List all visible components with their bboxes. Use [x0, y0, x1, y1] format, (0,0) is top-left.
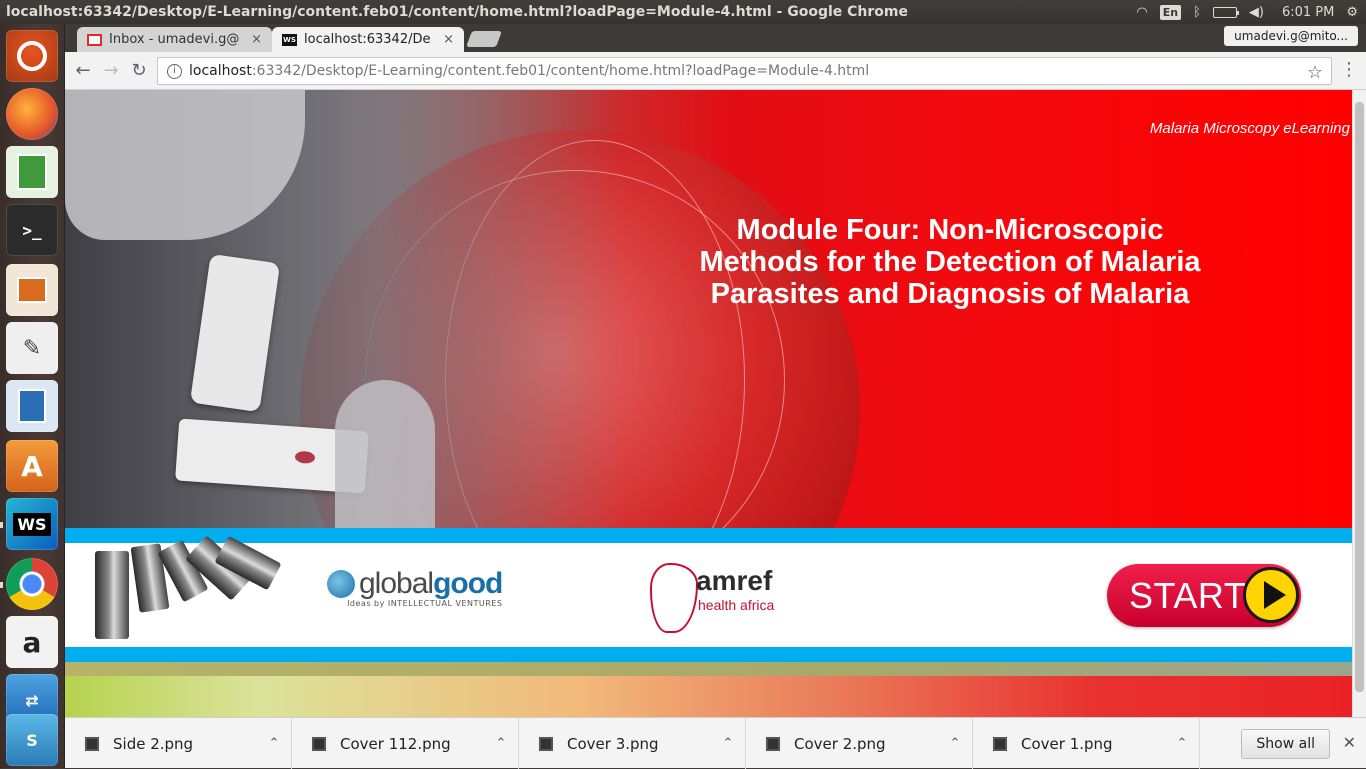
download-shelf: Side 2.png ⌃ Cover 112.png ⌃ Cover 3.png… [65, 717, 1366, 769]
image-file-icon [766, 736, 780, 751]
course-brand: Malaria Microscopy eLearning [1149, 120, 1350, 137]
start-button[interactable]: START [1107, 564, 1301, 627]
skype-icon[interactable]: S [6, 714, 58, 766]
tab-localhost[interactable]: WS localhost:63342/De × [272, 27, 464, 52]
browser-toolbar: ← → ↻ i localhost:63342/Desktop/E-Learni… [65, 52, 1366, 90]
close-icon[interactable]: × [251, 32, 262, 47]
terminal-icon[interactable]: >_ [6, 204, 58, 256]
image-file-icon [312, 736, 326, 751]
gradient-footer-band [65, 676, 1352, 717]
chevron-up-icon[interactable]: ⌃ [711, 736, 745, 751]
menu-dots-icon[interactable]: ⋮ [1340, 60, 1358, 80]
volume-icon[interactable]: ◀) [1249, 5, 1264, 20]
chevron-up-icon[interactable]: ⌃ [1165, 736, 1199, 751]
tab-label: localhost:63342/De [304, 32, 431, 47]
text-editor-icon[interactable]: ✎ [6, 322, 58, 374]
download-item[interactable]: Cover 112.png ⌃ [292, 718, 519, 769]
close-icon[interactable]: ✕ [1343, 733, 1356, 752]
firefox-icon[interactable] [6, 88, 58, 140]
top-panel: localhost:63342/Desktop/E-Learning/conte… [0, 0, 1366, 24]
libreoffice-calc-icon[interactable] [6, 146, 58, 198]
download-item[interactable]: Cover 2.png ⌃ [746, 718, 973, 769]
download-item[interactable]: Side 2.png ⌃ [65, 718, 292, 769]
software-center-icon[interactable]: A [6, 440, 58, 492]
tab-gmail[interactable]: Inbox - umadevi.g@ × [77, 27, 272, 52]
amazon-icon[interactable]: a [6, 616, 58, 668]
close-icon[interactable]: × [443, 32, 454, 47]
blue-band [65, 528, 1352, 543]
chrome-icon[interactable] [6, 558, 58, 610]
battery-icon[interactable] [1212, 6, 1239, 18]
window-title: localhost:63342/Desktop/E-Learning/conte… [6, 4, 908, 20]
url-host: localhost [189, 63, 252, 79]
chevron-up-icon[interactable]: ⌃ [938, 736, 972, 751]
libreoffice-impress-icon[interactable] [6, 264, 58, 316]
image-file-icon [993, 736, 1007, 751]
forward-arrow-icon[interactable]: → [100, 60, 122, 82]
microscope-image [83, 535, 282, 647]
libreoffice-writer-icon[interactable] [6, 380, 58, 432]
wifi-icon[interactable]: ◠ [1136, 5, 1147, 20]
module-title: Module Four: Non-Microscopic Methods for… [699, 214, 1201, 310]
keyboard-layout-indicator[interactable]: En [1159, 4, 1182, 20]
indicator-area: ◠ En ᛒ ◀) 6:01 PM ⚙ [1136, 0, 1366, 24]
gmail-icon [87, 33, 102, 46]
partner-logos-bar: globalgood Ideas by INTELLECTUAL VENTURE… [65, 535, 1352, 647]
url-path: :63342/Desktop/E-Learning/content.feb01/… [251, 63, 870, 79]
tab-label: Inbox - umadevi.g@ [109, 32, 240, 47]
webstorm-favicon: WS [282, 33, 297, 46]
tab-strip: Inbox - umadevi.g@ × WS localhost:63342/… [65, 24, 1366, 52]
amref-logo: amref health africa [650, 563, 820, 633]
reload-icon[interactable]: ↻ [128, 60, 150, 82]
show-all-button[interactable]: Show all [1241, 729, 1330, 759]
africa-outline-icon [650, 563, 698, 633]
download-item[interactable]: Cover 3.png ⌃ [519, 718, 746, 769]
scrollbar-thumb[interactable] [1355, 102, 1364, 692]
info-icon[interactable]: i [167, 63, 182, 79]
globe-icon [327, 570, 355, 598]
bluetooth-icon[interactable]: ᛒ [1193, 5, 1201, 20]
image-file-icon [539, 736, 553, 751]
globalgood-logo: globalgood Ideas by INTELLECTUAL VENTURE… [327, 567, 503, 617]
hero-banner: Malaria Microscopy eLearning Module Four… [65, 90, 1352, 528]
image-file-icon [85, 736, 99, 751]
running-indicator [0, 522, 3, 528]
gear-icon[interactable]: ⚙ [1346, 5, 1358, 20]
bookmark-star-icon[interactable]: ☆ [1307, 62, 1323, 83]
clock[interactable]: 6:01 PM [1282, 5, 1334, 20]
chevron-up-icon[interactable]: ⌃ [484, 736, 518, 751]
play-icon [1243, 567, 1299, 623]
glove-graphic [335, 380, 435, 528]
olive-band [65, 662, 1352, 676]
blue-band [65, 647, 1352, 662]
page-viewport: Malaria Microscopy eLearning Module Four… [65, 90, 1352, 717]
chevron-up-icon[interactable]: ⌃ [257, 736, 291, 751]
profile-button[interactable]: umadevi.g@mito... [1224, 26, 1358, 46]
unity-launcher: >_ ✎ A WS a ⇄ S [0, 24, 65, 768]
address-bar[interactable]: i localhost:63342/Desktop/E-Learning/con… [157, 57, 1332, 85]
webstorm-icon[interactable]: WS [6, 498, 58, 550]
ubuntu-logo-icon[interactable] [6, 30, 58, 82]
vertical-scrollbar[interactable] [1352, 90, 1366, 717]
running-indicator [0, 582, 3, 588]
back-arrow-icon[interactable]: ← [72, 60, 94, 82]
new-tab-button[interactable] [466, 31, 502, 47]
chrome-window: Inbox - umadevi.g@ × WS localhost:63342/… [65, 24, 1366, 769]
download-item[interactable]: Cover 1.png ⌃ [973, 718, 1200, 769]
